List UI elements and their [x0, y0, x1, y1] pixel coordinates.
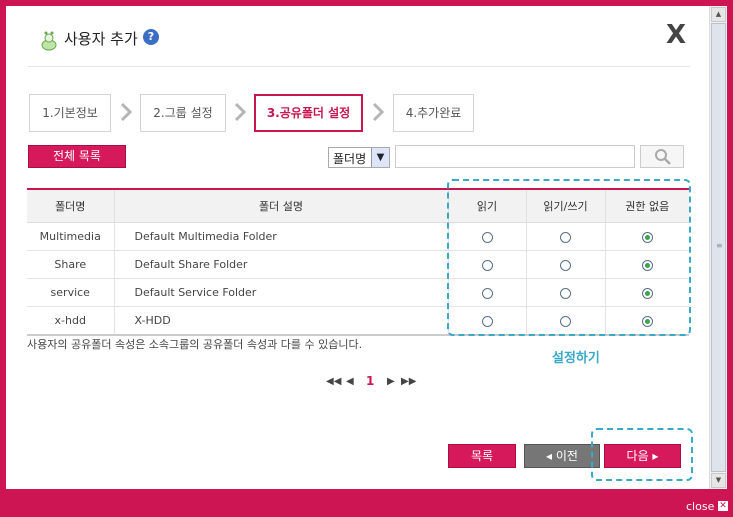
folder-desc: Default Service Folder — [113, 278, 448, 307]
list-all-button[interactable]: 전체 목록 — [28, 145, 126, 168]
close-icon[interactable]: X — [666, 20, 686, 50]
folder-name: Share — [27, 250, 114, 279]
search-button[interactable] — [640, 145, 684, 168]
prev-button[interactable]: ◂ 이전 — [524, 444, 600, 468]
filter-select[interactable]: 폴더명 ▼ — [328, 147, 390, 168]
add-user-dialog: 사용자 추가 ? X 1.기본정보 2.그룹 설정 3.공유폴더 설정 4.추가… — [6, 6, 709, 489]
vertical-scrollbar[interactable]: ▲ ≡ ▼ — [709, 6, 727, 489]
footer-close-icon[interactable]: ✕ — [718, 501, 728, 511]
folder-desc: Default Multimedia Folder — [113, 222, 448, 251]
prev-page-icon[interactable]: ◀ — [346, 376, 354, 387]
first-page-icon[interactable]: ◀◀ — [326, 376, 341, 387]
list-button[interactable]: 목록 — [448, 444, 516, 468]
search-input[interactable] — [395, 145, 635, 168]
dialog-title: 사용자 추가 — [64, 30, 138, 48]
last-page-icon[interactable]: ▶▶ — [401, 376, 416, 387]
step-shared-folder-settings[interactable]: 3.공유폴더 설정 — [254, 94, 363, 132]
chevron-right-icon — [120, 102, 132, 122]
help-icon[interactable]: ? — [143, 29, 159, 45]
scroll-thumb[interactable]: ≡ — [711, 23, 726, 472]
chevron-right-icon — [234, 102, 246, 122]
next-page-icon[interactable]: ▶ — [387, 376, 395, 387]
chevron-down-icon: ▼ — [371, 148, 389, 167]
info-note: 사용자의 공유폴더 속성은 소속그룹의 공유폴더 속성과 다를 수 있습니다. — [27, 338, 363, 351]
filter-select-value: 폴더명 — [333, 152, 367, 166]
current-page[interactable]: 1 — [366, 374, 374, 388]
step-complete[interactable]: 4.추가완료 — [393, 94, 474, 132]
user-add-icon — [41, 31, 57, 51]
column-header: 폴더 설명 — [113, 188, 448, 223]
scroll-up-icon[interactable]: ▲ — [711, 7, 726, 22]
annotation-next-box — [591, 428, 693, 481]
folder-name: Multimedia — [27, 222, 114, 251]
folder-desc: X-HDD — [113, 306, 448, 336]
footer-close-label[interactable]: close — [686, 500, 714, 513]
chevron-right-icon — [372, 102, 384, 122]
annotation-permissions-box — [447, 179, 691, 336]
divider — [28, 66, 690, 67]
step-basic-info[interactable]: 1.기본정보 — [29, 94, 111, 132]
folder-name: x-hdd — [27, 306, 114, 336]
column-header: 폴더명 — [27, 188, 114, 223]
scroll-down-icon[interactable]: ▼ — [711, 473, 726, 488]
folder-desc: Default Share Folder — [113, 250, 448, 279]
annotation-label: 설정하기 — [552, 351, 600, 366]
search-icon — [655, 149, 671, 165]
step-group-settings[interactable]: 2.그룹 설정 — [140, 94, 226, 132]
folder-name: service — [27, 278, 114, 307]
